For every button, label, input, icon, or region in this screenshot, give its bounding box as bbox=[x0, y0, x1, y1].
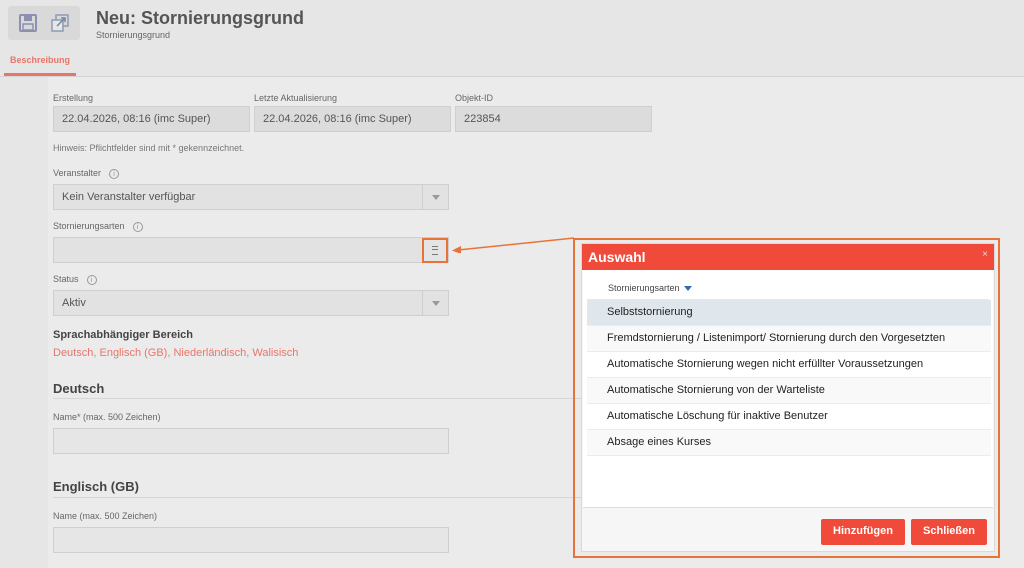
status-select[interactable]: Aktiv bbox=[53, 290, 449, 316]
englisch-heading: Englisch (GB) bbox=[53, 479, 139, 494]
chevron-down-icon[interactable] bbox=[422, 291, 448, 315]
list-item[interactable]: Absage eines Kurses bbox=[587, 430, 991, 456]
list-item[interactable]: Fremdstornierung / Listenimport/ Stornie… bbox=[587, 326, 991, 352]
object-id-field: 223854 bbox=[455, 106, 652, 132]
column-header-stornierungsarten[interactable]: Stornierungsarten bbox=[587, 276, 989, 300]
types-field[interactable] bbox=[53, 237, 449, 263]
created-field: 22.04.2026, 08:16 (imc Super) bbox=[53, 106, 250, 132]
annotation-arrow bbox=[452, 237, 575, 253]
updated-field: 22.04.2026, 08:16 (imc Super) bbox=[254, 106, 451, 132]
organizer-select[interactable]: Kein Veranstalter verfügbar bbox=[53, 184, 449, 210]
status-label: Status i bbox=[53, 274, 97, 285]
list-item[interactable]: Automatische Stornierung wegen nicht erf… bbox=[587, 352, 991, 378]
language-link-deutsch[interactable]: Deutsch bbox=[53, 347, 93, 359]
deutsch-name-input[interactable] bbox=[53, 428, 449, 454]
types-label: Stornierungsarten i bbox=[53, 221, 143, 232]
deutsch-heading: Deutsch bbox=[53, 381, 105, 396]
englisch-name-label: Name (max. 500 Zeichen) bbox=[53, 511, 158, 521]
dialog-header: Auswahl × bbox=[582, 244, 994, 270]
list-item[interactable]: Selbststornierung bbox=[587, 300, 991, 326]
object-id-label: Objekt-ID bbox=[455, 93, 494, 103]
column-header-label: Stornierungsarten bbox=[608, 283, 680, 293]
language-section-heading: Sprachabhängiger Bereich bbox=[53, 329, 193, 341]
selection-dialog: Auswahl × Stornierungsarten Selbststorni… bbox=[581, 243, 995, 552]
close-icon[interactable]: × bbox=[982, 249, 988, 260]
deutsch-name-label: Name* (max. 500 Zeichen) bbox=[53, 412, 161, 422]
sort-down-icon[interactable] bbox=[683, 286, 692, 292]
language-link-walisisch[interactable]: Walisisch bbox=[252, 347, 298, 359]
close-button[interactable]: Schließen bbox=[911, 519, 987, 545]
toolbar bbox=[8, 6, 80, 40]
selection-list: Stornierungsarten Selbststornierung Frem… bbox=[583, 270, 993, 508]
dialog-title: Auswahl bbox=[588, 249, 646, 265]
language-links: Deutsch, Englisch (GB), Niederländisch, … bbox=[53, 347, 298, 359]
page-title: Neu: Stornierungsgrund bbox=[96, 8, 304, 28]
language-link-niederlaendisch[interactable]: Niederländisch bbox=[173, 347, 246, 359]
info-icon[interactable]: i bbox=[109, 168, 120, 179]
types-label-text: Stornierungsarten bbox=[53, 221, 125, 231]
required-hint: Hinweis: Pflichtfelder sind mit * gekenn… bbox=[53, 143, 245, 153]
page-subtitle: Stornierungsgrund bbox=[96, 30, 171, 40]
language-link-englisch[interactable]: Englisch (GB) bbox=[99, 347, 167, 359]
list-item[interactable]: Automatische Löschung für inaktive Benut… bbox=[587, 404, 991, 430]
organizer-label: Veranstalter i bbox=[53, 168, 120, 179]
tab-beschreibung[interactable]: Beschreibung bbox=[4, 52, 76, 76]
info-icon[interactable]: i bbox=[132, 221, 143, 232]
englisch-name-input[interactable] bbox=[53, 527, 449, 553]
list-picker-button[interactable] bbox=[422, 238, 448, 263]
created-label: Erstellung bbox=[53, 93, 94, 103]
updated-label: Letzte Aktualisierung bbox=[254, 93, 338, 103]
chevron-down-icon[interactable] bbox=[422, 185, 448, 209]
add-button[interactable]: Hinzufügen bbox=[821, 519, 905, 545]
list-item[interactable]: Automatische Stornierung von der Warteli… bbox=[587, 378, 991, 404]
status-label-text: Status bbox=[53, 274, 79, 284]
info-icon[interactable]: i bbox=[86, 274, 97, 285]
left-gutter bbox=[0, 77, 48, 568]
organizer-label-text: Veranstalter bbox=[53, 168, 102, 178]
save-icon[interactable] bbox=[18, 13, 38, 33]
organizer-value: Kein Veranstalter verfügbar bbox=[62, 191, 196, 203]
open-window-icon[interactable] bbox=[50, 13, 70, 33]
status-value: Aktiv bbox=[62, 297, 86, 309]
